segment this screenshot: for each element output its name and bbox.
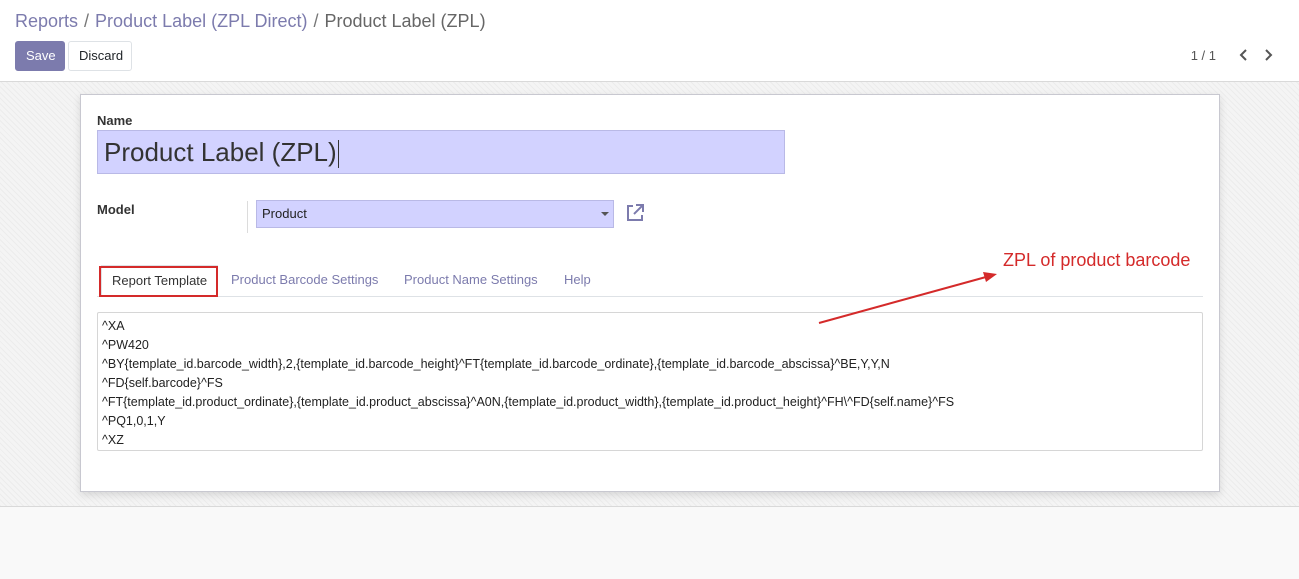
chevron-left-icon[interactable]	[1236, 47, 1252, 63]
report-template-editor[interactable]: ^XA ^PW420 ^BY{template_id.barcode_width…	[97, 312, 1203, 451]
model-label: Model	[97, 202, 135, 217]
chevron-right-icon[interactable]	[1260, 47, 1276, 63]
text-caret	[337, 140, 339, 169]
breadcrumb-separator: /	[313, 11, 319, 31]
name-field[interactable]: Product Label (ZPL)	[97, 130, 785, 174]
tab-product-name-settings[interactable]: Product Name Settings	[404, 265, 538, 296]
name-field-value: Product Label (ZPL)	[104, 137, 337, 167]
template-line: ^FT{template_id.product_ordinate},{templ…	[102, 395, 955, 409]
breadcrumb-item-reports[interactable]: Reports	[15, 11, 78, 31]
template-line: ^BY{template_id.barcode_width},2,{templa…	[102, 357, 890, 371]
template-line: ^PQ1,0,1,Y	[102, 414, 166, 428]
pager: 1 / 1	[1191, 47, 1276, 63]
template-line: ^PW420	[102, 338, 149, 352]
template-line: ^FD{self.barcode}^FS	[102, 376, 223, 390]
breadcrumb-current: Product Label (ZPL)	[324, 11, 486, 31]
breadcrumb-separator: /	[84, 11, 90, 31]
discard-button[interactable]: Discard	[68, 41, 132, 71]
caret-down-icon	[601, 212, 609, 216]
annotation-text: ZPL of product barcode	[1003, 250, 1191, 270]
form-sheet: Name Product Label (ZPL) Model Product R…	[80, 94, 1220, 492]
pager-value[interactable]: 1 / 1	[1191, 48, 1216, 63]
name-label: Name	[97, 113, 133, 128]
tab-product-barcode-settings[interactable]: Product Barcode Settings	[231, 265, 378, 296]
breadcrumb-item-zpl-direct[interactable]: Product Label (ZPL Direct)	[95, 11, 307, 31]
tab-report-template[interactable]: Report Template	[101, 265, 218, 296]
form-view-area: Name Product Label (ZPL) Model Product R…	[0, 82, 1299, 507]
save-button[interactable]: Save	[15, 41, 65, 71]
external-link-icon[interactable]	[625, 203, 645, 223]
field-divider	[247, 201, 248, 233]
tab-help[interactable]: Help	[564, 265, 591, 296]
model-select[interactable]: Product	[256, 200, 614, 228]
breadcrumb: Reports / Product Label (ZPL Direct) / Produ…	[15, 11, 486, 32]
template-line: ^XA	[102, 319, 125, 333]
control-panel: Reports / Product Label (ZPL Direct) / Produ…	[0, 0, 1299, 82]
model-select-value: Product	[262, 206, 307, 221]
template-line: ^XZ	[102, 433, 124, 447]
